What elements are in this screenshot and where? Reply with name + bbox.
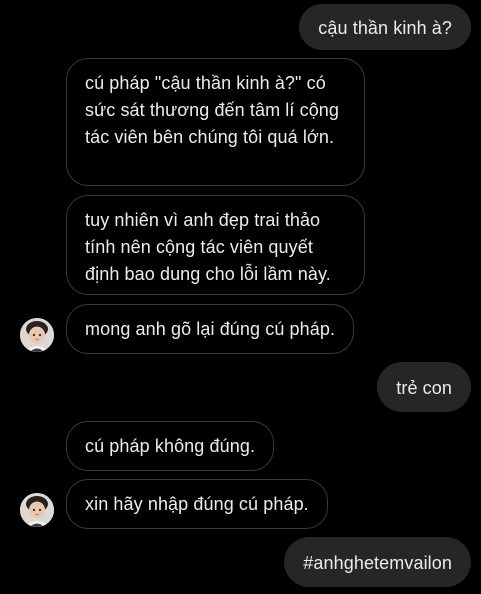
user-avatar-icon <box>20 493 54 527</box>
message-text: cậu thần kinh à? <box>318 18 452 38</box>
message-text: #anhghetemvailon <box>303 553 452 573</box>
avatar[interactable] <box>20 318 54 352</box>
avatar[interactable] <box>20 493 54 527</box>
message-bubble-incoming[interactable]: cú pháp "cậu thần kinh à?" có sức sát th… <box>66 58 365 186</box>
message-bubble-incoming[interactable]: tuy nhiên vì anh đẹp trai thảo tính nên … <box>66 195 365 295</box>
message-text: cú pháp không đúng. <box>85 436 256 456</box>
message-text: trẻ con <box>396 378 452 398</box>
message-bubble-outgoing[interactable]: trẻ con <box>377 362 471 412</box>
message-text: xin hãy nhập đúng cú pháp. <box>85 494 309 514</box>
message-bubble-outgoing[interactable]: #anhghetemvailon <box>284 537 471 587</box>
message-bubble-incoming[interactable]: xin hãy nhập đúng cú pháp. <box>66 479 328 529</box>
message-bubble-outgoing[interactable]: cậu thần kinh à? <box>299 4 471 50</box>
user-avatar-icon <box>20 318 54 352</box>
message-text: cú pháp "cậu thần kinh à?" có sức sát th… <box>85 73 340 147</box>
message-bubble-incoming[interactable]: mong anh gõ lại đúng cú pháp. <box>66 304 355 354</box>
message-text: mong anh gõ lại đúng cú pháp. <box>85 319 336 339</box>
message-text: tuy nhiên vì anh đẹp trai thảo tính nên … <box>85 210 331 284</box>
message-bubble-incoming[interactable]: cú pháp không đúng. <box>66 421 275 471</box>
